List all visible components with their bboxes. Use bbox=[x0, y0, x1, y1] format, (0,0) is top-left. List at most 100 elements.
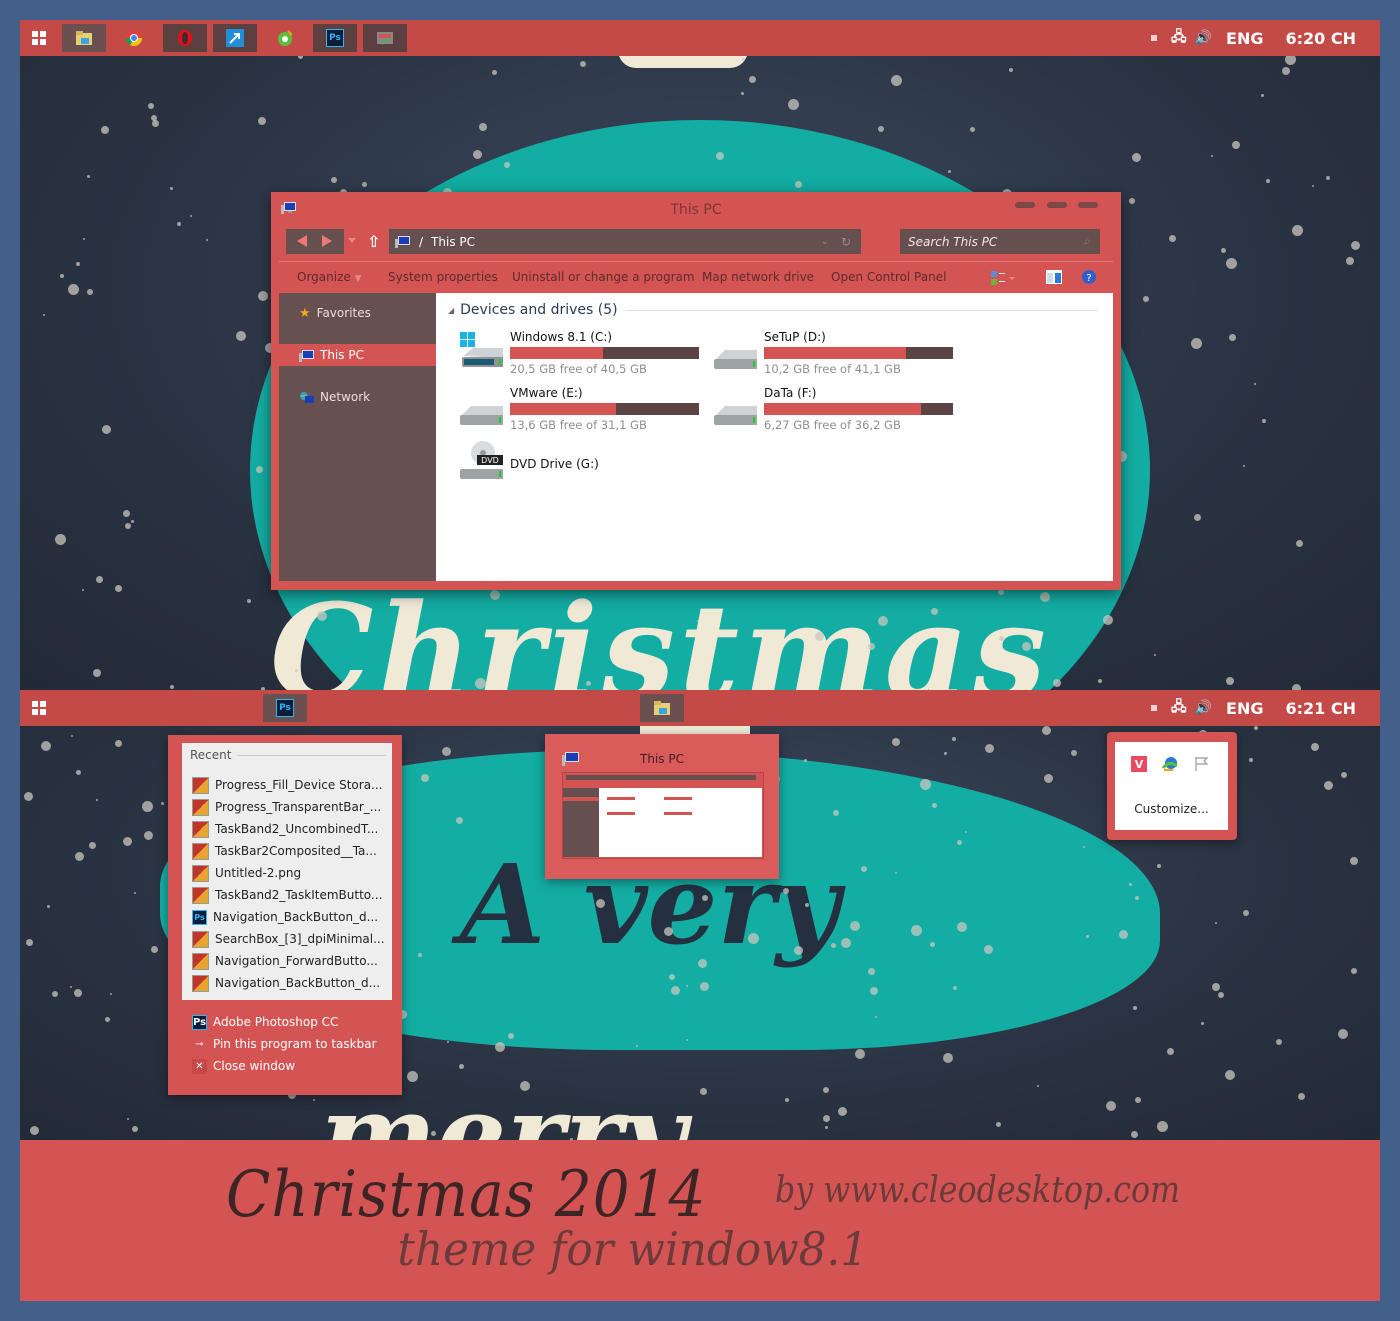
taskbar-shortcut[interactable] bbox=[213, 24, 257, 52]
maximize-button[interactable] bbox=[1047, 202, 1067, 208]
taskbar-file-explorer[interactable] bbox=[640, 694, 684, 722]
network-status-icon[interactable]: 🖧 bbox=[1171, 26, 1187, 50]
language-indicator[interactable]: ENG bbox=[1226, 699, 1263, 718]
snowflake bbox=[1132, 153, 1141, 162]
snowflake bbox=[492, 70, 497, 75]
jump-list-recent-item[interactable]: Navigation_BackButton_d... bbox=[192, 973, 380, 993]
clock[interactable]: 6:21 CH bbox=[1286, 699, 1357, 718]
navigation-pane: ★ Favorites This PC Network bbox=[279, 293, 436, 581]
jump-list-recent-item[interactable]: Progress_Fill_Device Stora... bbox=[192, 775, 383, 795]
snowflake bbox=[850, 921, 860, 931]
group-header-devices[interactable]: ◢ Devices and drives (5) bbox=[448, 302, 1098, 318]
drive-item[interactable]: VMware (E:) 13,6 GB free of 31,1 GB bbox=[457, 386, 707, 436]
search-icon[interactable]: ⌕ bbox=[1083, 234, 1090, 249]
drive-free-space: 20,5 GB free of 40,5 GB bbox=[510, 362, 647, 376]
jump-list-task-close[interactable]: ✕ Close window bbox=[192, 1056, 295, 1076]
refresh-icon[interactable]: ↻ bbox=[841, 235, 851, 249]
snowflake bbox=[123, 510, 130, 517]
close-button[interactable] bbox=[1078, 202, 1098, 208]
jump-list-recent-item[interactable]: TaskBand2_UncombinedT... bbox=[192, 819, 378, 839]
jump-list-recent-item[interactable]: SearchBox_[3]_dpiMinimal... bbox=[192, 929, 385, 949]
taskbar-photoshop[interactable]: Ps bbox=[263, 694, 307, 722]
taskbar-chrome[interactable] bbox=[112, 24, 156, 52]
collapse-triangle-icon[interactable]: ◢ bbox=[448, 306, 454, 315]
drive-usage-bar bbox=[510, 403, 699, 415]
recent-locations-chevron[interactable] bbox=[348, 238, 356, 243]
download-manager-icon[interactable] bbox=[1161, 756, 1179, 772]
thumbnail-title: This PC bbox=[640, 752, 684, 766]
preview-pane-icon[interactable] bbox=[1046, 270, 1062, 284]
up-button[interactable]: ⇧ bbox=[367, 232, 380, 251]
snowflake bbox=[30, 1126, 39, 1135]
snowflake bbox=[24, 792, 33, 801]
show-hidden-icons-button[interactable] bbox=[1150, 705, 1157, 711]
customize-link[interactable]: Customize... bbox=[1115, 802, 1228, 816]
windows-logo-icon[interactable] bbox=[32, 31, 46, 45]
search-input[interactable]: Search This PC ⌕ bbox=[900, 229, 1100, 254]
jump-list-recent-item[interactable]: Ps Navigation_BackButton_d... bbox=[192, 907, 378, 927]
taskbar-opera[interactable] bbox=[163, 24, 207, 52]
jump-list-recent-item[interactable]: Untitled-2.png bbox=[192, 863, 301, 883]
address-dropdown-icon[interactable]: ⌄ bbox=[821, 236, 829, 247]
address-location[interactable]: This PC bbox=[431, 235, 475, 249]
nav-item-network[interactable]: Network bbox=[279, 386, 436, 408]
jump-list-recent-item[interactable]: TaskBar2Composited__Ta... bbox=[192, 841, 377, 861]
jump-list-task-pin[interactable]: ⊸ Pin this program to taskbar bbox=[192, 1034, 376, 1054]
snowflake bbox=[1157, 864, 1161, 868]
view-options-icon[interactable] bbox=[991, 271, 1015, 285]
address-bar[interactable]: / This PC ⌄ ↻ bbox=[389, 229, 861, 254]
uninstall-program-button[interactable]: Uninstall or change a program bbox=[512, 270, 695, 284]
jump-list-recent-item[interactable]: Progress_TransparentBar_... bbox=[192, 797, 381, 817]
snowflake bbox=[698, 959, 707, 968]
taskbar-file-explorer[interactable] bbox=[62, 24, 106, 52]
snowflake bbox=[1254, 383, 1256, 385]
snowflake bbox=[87, 289, 93, 295]
taskbar-photoshop[interactable]: Ps bbox=[313, 24, 357, 52]
windows-logo-icon[interactable] bbox=[32, 701, 46, 715]
snowflake bbox=[93, 669, 101, 677]
snowflake bbox=[1312, 185, 1314, 187]
vivaldi-icon[interactable]: V bbox=[1131, 756, 1147, 772]
snowflake bbox=[1131, 1131, 1138, 1138]
action-center-flag-icon[interactable] bbox=[1194, 756, 1210, 772]
organize-menu[interactable]: Organize ▼ bbox=[297, 270, 362, 284]
computer-icon bbox=[395, 235, 410, 248]
jump-list-recent-item[interactable]: TaskBand2_TaskItemButto... bbox=[192, 885, 382, 905]
clock[interactable]: 6:20 CH bbox=[1286, 29, 1357, 48]
snowflake bbox=[795, 181, 802, 188]
drive-item[interactable]: Windows 8.1 (C:) 20,5 GB free of 40,5 GB bbox=[457, 330, 707, 380]
jump-list-task-photoshop[interactable]: Ps Adobe Photoshop CC bbox=[192, 1012, 338, 1032]
nav-item-favorites[interactable]: ★ Favorites bbox=[279, 302, 436, 324]
system-tray-bottom: 🖧 🔊 ENG 6:21 CH bbox=[1150, 690, 1380, 726]
drive-item[interactable]: DaTa (F:) 6,27 GB free of 36,2 GB bbox=[711, 386, 961, 436]
hard-drive-icon bbox=[460, 406, 503, 425]
volume-icon[interactable]: 🔊 bbox=[1195, 30, 1212, 46]
drive-item[interactable]: DVD DVD Drive (G:) bbox=[457, 439, 707, 489]
language-indicator[interactable]: ENG bbox=[1226, 29, 1263, 48]
nav-item-this-pc[interactable]: This PC bbox=[279, 344, 436, 366]
folder-icon bbox=[654, 701, 670, 715]
network-status-icon[interactable]: 🖧 bbox=[1171, 696, 1187, 720]
system-properties-button[interactable]: System properties bbox=[388, 270, 498, 284]
open-control-panel-button[interactable]: Open Control Panel bbox=[831, 270, 946, 284]
snowflake bbox=[1119, 930, 1128, 939]
show-hidden-icons-button[interactable] bbox=[1150, 35, 1157, 41]
minimize-button[interactable] bbox=[1015, 202, 1035, 208]
snowflake bbox=[1261, 94, 1264, 97]
snowflake bbox=[1262, 419, 1266, 423]
map-network-drive-button[interactable]: Map network drive bbox=[702, 270, 814, 284]
taskbar-green-app[interactable] bbox=[263, 24, 307, 52]
help-icon[interactable]: ? bbox=[1082, 270, 1096, 284]
drive-usage-bar bbox=[764, 347, 953, 359]
taskbar-thumbnail-preview[interactable]: This PC bbox=[545, 734, 779, 879]
volume-icon[interactable]: 🔊 bbox=[1195, 700, 1212, 716]
banner-credit: by www.cleodesktop.com bbox=[775, 1170, 1181, 1211]
jump-list-recent-item[interactable]: Navigation_ForwardButto... bbox=[192, 951, 378, 971]
snowflake bbox=[895, 872, 897, 874]
snowflake bbox=[89, 842, 96, 849]
recent-header: Recent bbox=[190, 748, 386, 762]
forward-button[interactable] bbox=[322, 235, 332, 247]
drive-item[interactable]: SeTuP (D:) 10,2 GB free of 41,1 GB bbox=[711, 330, 961, 380]
taskbar-tools-app[interactable] bbox=[363, 24, 407, 52]
back-button[interactable] bbox=[297, 235, 307, 247]
